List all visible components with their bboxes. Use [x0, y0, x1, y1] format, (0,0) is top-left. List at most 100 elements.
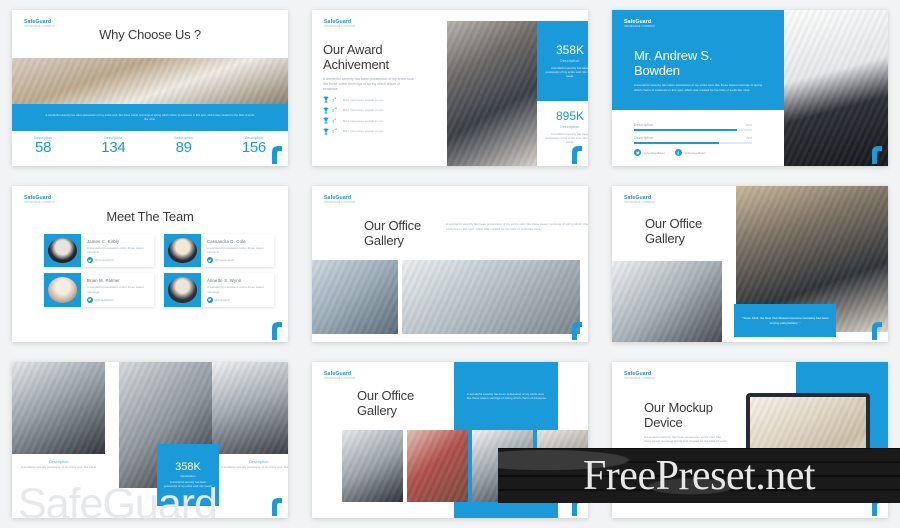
member-handle: @BrianMPalm: [95, 297, 114, 302]
team-card[interactable]: Brian M. Palmer A wonderful possession e…: [44, 273, 154, 307]
stat-item: Description 89: [175, 136, 193, 156]
member-handle: @JamesCKirb: [95, 258, 114, 263]
stat-block-top: 358K Description A wonderful serenity ha…: [537, 21, 588, 101]
logo-tagline: INSURANCE COMPANY: [624, 377, 656, 380]
stat-label: Description: [49, 460, 69, 464]
corner-swoosh-icon: [872, 146, 882, 164]
slide-logo: SafeGuard INSURANCE COMPANY: [324, 371, 355, 381]
slide-logo: SafeGuard INSURANCE COMPANY: [624, 371, 655, 381]
slide-cell-1: SafeGuard INSURANCE COMPANY Why Choose U…: [0, 0, 300, 176]
award-rank: 2nd: [332, 107, 337, 113]
bar-label: Description: [634, 123, 654, 127]
twitter-icon: [207, 257, 213, 264]
photo-handshake: [447, 21, 537, 166]
award-row: 2nd But I must been explain to you: [323, 107, 435, 114]
corner-swoosh-icon: [272, 146, 282, 164]
member-handle: @CassandraD: [215, 258, 235, 263]
social-links: @Andrew.Bdwn @Andrew.Bdwn: [634, 149, 752, 157]
award-rank: 1st: [332, 96, 337, 103]
photo-two-women-table: [612, 261, 722, 342]
slide-logo: SafeGuard INSURANCE COMPANY: [624, 19, 655, 29]
stat-value: 895K: [555, 109, 585, 123]
member-bio: A wonderful possession entire these swee…: [87, 246, 144, 255]
corner-swoosh-icon: [272, 498, 282, 516]
logo-tagline: INSURANCE COMPANY: [24, 25, 56, 28]
progress-track: [634, 128, 752, 132]
avatar-frame: [164, 273, 201, 307]
photo-presenter: [784, 10, 888, 166]
quote-text: " Since 1914, the New York Mutual Insura…: [741, 315, 829, 325]
team-card[interactable]: Annette S. Wynn A wonderful possession e…: [164, 273, 274, 307]
stat-text: A wonderful serenity has taken possessio…: [545, 66, 588, 78]
progress-fill: [634, 128, 737, 132]
slide-our-office-gallery-quote[interactable]: SafeGuard INSURANCE COMPANY Our Office G…: [612, 186, 888, 342]
member-handle: @AnnetteS: [215, 297, 230, 302]
team-card[interactable]: James C. Kirbly A wonderful possession e…: [44, 234, 154, 268]
stat-value: 156: [241, 139, 266, 156]
social-label: @Andrew.Bdwn: [684, 150, 706, 155]
stat-label: Description: [180, 474, 196, 479]
avatar-frame: [44, 234, 81, 268]
progress-bar-item: Description 72%: [634, 136, 752, 145]
progress-fill: [634, 141, 719, 145]
slide-meet-the-team[interactable]: SafeGuard INSURANCE COMPANY Meet The Tea…: [12, 186, 288, 342]
facebook-icon: [674, 149, 682, 157]
social-link-facebook[interactable]: @Andrew.Bdwn: [674, 149, 706, 157]
page-title-line2: Gallery: [364, 233, 404, 248]
page-title-line2: Gallery: [645, 231, 685, 246]
bar-label: Description: [634, 136, 654, 141]
twitter-icon: [87, 257, 93, 264]
intro-text: A wonderful serenity has been possession…: [644, 435, 728, 444]
avatar-frame: [44, 273, 81, 307]
page-title: Meet The Team: [106, 209, 194, 224]
photo-couple-laptop: [407, 430, 468, 502]
trophy-icon: [323, 117, 329, 124]
award-text: But I must been explain to you: [343, 97, 384, 102]
award-row: 1st But I must been explain to you: [323, 96, 435, 103]
slide-profile-andrew-bowden[interactable]: SafeGuard INSURANCE COMPANY Mr. Andrew S…: [612, 10, 888, 166]
twitter-icon: [207, 296, 213, 303]
photo-office-window: [312, 260, 398, 334]
twitter-icon: [634, 149, 641, 157]
avatar: [48, 238, 77, 264]
member-bio: A wonderful possession entire these swee…: [207, 285, 264, 294]
page-title-line2: Gallery: [357, 403, 397, 418]
corner-swoosh-icon: [272, 322, 282, 340]
slide-cell-7: Description A wonderful serenity possess…: [0, 352, 300, 528]
intro-text: A wonderful serenity has been possession…: [446, 222, 588, 231]
social-link-twitter[interactable]: @Andrew.Bdwn: [634, 149, 665, 157]
stat-block-center: 358K Description A wonderful serenity ha…: [157, 444, 219, 506]
slide-logo: SafeGuard INSURANCE COMPANY: [24, 19, 55, 29]
slide-logo: SafeGuard INSURANCE COMPANY: [324, 195, 355, 205]
page-title-line1: Our Mockup: [644, 400, 713, 415]
page-title-line1: Our Office: [357, 388, 415, 403]
avatar: [168, 277, 197, 303]
slide-stats-three-photos[interactable]: Description A wonderful serenity possess…: [12, 362, 288, 518]
page-title: Why Choose Us ?: [99, 26, 201, 42]
page-title-line1: Mr. Andrew S.: [634, 48, 713, 63]
page-title-line2: Device: [644, 415, 683, 430]
site-watermark-text: FreePreset.net: [582, 452, 816, 499]
stat-value: 358K: [555, 42, 585, 57]
stat-item: Description 156: [242, 136, 266, 156]
social-label: @Andrew.Bdwn: [643, 150, 665, 155]
intro-text: A wonderful serenity has taken possessio…: [323, 77, 415, 92]
logo-tagline: INSURANCE COMPANY: [324, 25, 356, 28]
slide-our-office-gallery-wide[interactable]: SafeGuard INSURANCE COMPANY Our Office G…: [312, 186, 588, 342]
photo-whiteboard: [342, 430, 403, 502]
stat-item: Description 134: [101, 136, 125, 156]
quote-box: " Since 1914, the New York Mutual Insura…: [734, 304, 836, 337]
slide-why-choose-us[interactable]: SafeGuard INSURANCE COMPANY Why Choose U…: [12, 10, 288, 166]
page-title-line1: Our Award: [323, 42, 383, 57]
team-card[interactable]: Cassandra D. Cole A wonderful possession…: [164, 234, 274, 268]
slide-cell-4: SafeGuard INSURANCE COMPANY Meet The Tea…: [0, 176, 300, 352]
stat-item: Description 58: [34, 136, 52, 156]
award-rank: 2nd: [332, 128, 337, 134]
site-watermark-strip: FreePreset.net: [498, 448, 900, 503]
slide-our-award-achievement[interactable]: SafeGuard INSURANCE COMPANY Our Award Ac…: [312, 10, 588, 166]
member-name: Cassandra D. Cole: [207, 239, 246, 244]
stat-block-bottom: 895K Description A wonderful serenity ha…: [537, 110, 588, 145]
slide-cell-3: SafeGuard INSURANCE COMPANY Mr. Andrew S…: [600, 0, 900, 176]
banner-text: A wonderful serenity has taken possessio…: [45, 113, 255, 121]
logo-tagline: INSURANCE COMPANY: [624, 201, 656, 204]
